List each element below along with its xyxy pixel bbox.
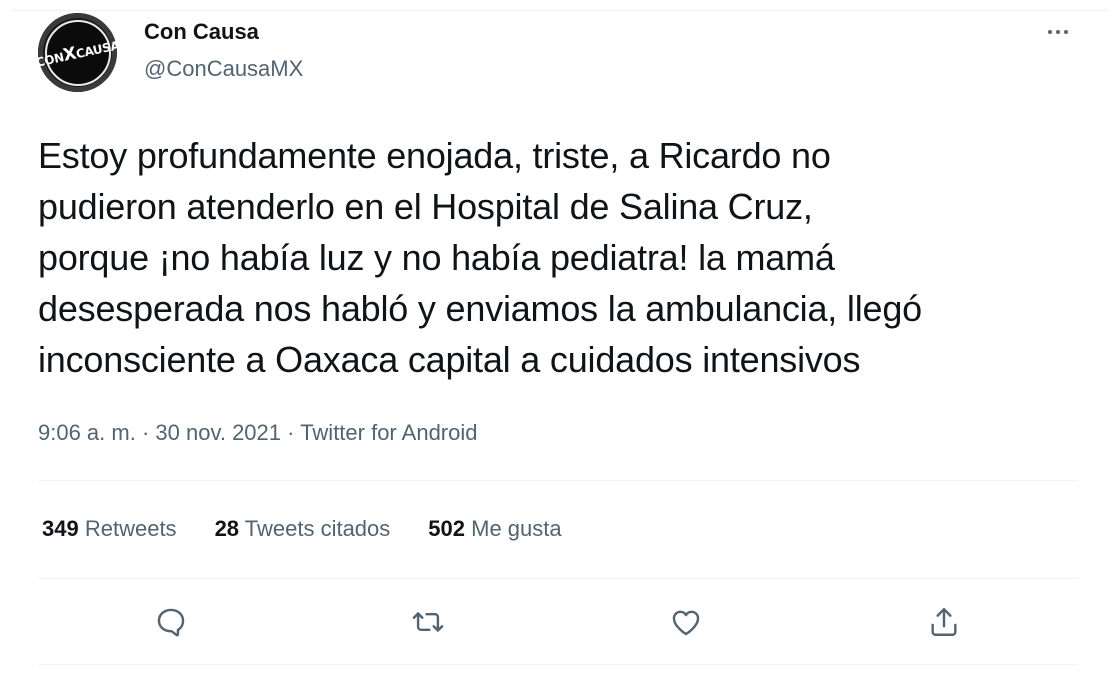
divider [38, 578, 1078, 579]
likes-count: 502 [428, 516, 465, 541]
retweets-label: Retweets [84, 516, 177, 541]
tweet-text: Estoy profundamente enojada, triste, a R… [38, 135, 922, 380]
retweets-stat[interactable]: 349 Retweets [42, 515, 177, 543]
retweets-count: 349 [42, 516, 79, 541]
divider [38, 480, 1078, 481]
tweet-date[interactable]: 30 nov. 2021 [155, 420, 281, 445]
heart-icon [672, 610, 700, 636]
tweet-meta: 9:06 a. m. · 30 nov. 2021 · Twitter for … [38, 419, 478, 447]
reply-icon [157, 608, 185, 637]
tweet-source[interactable]: Twitter for Android [300, 420, 477, 445]
share-icon [931, 608, 957, 636]
author-handle[interactable]: @ConCausaMX [144, 56, 303, 82]
reply-button[interactable] [149, 600, 193, 644]
action-bar [0, 600, 1120, 648]
like-button[interactable] [664, 600, 708, 644]
author-name[interactable]: Con Causa [144, 19, 259, 45]
tweet-stats: 349 Retweets 28 Tweets citados 502 Me gu… [42, 515, 600, 543]
retweet-button[interactable] [406, 600, 450, 644]
likes-stat[interactable]: 502 Me gusta [428, 515, 561, 543]
divider [38, 664, 1078, 665]
quotes-count: 28 [214, 516, 240, 541]
avatar-logo: CONXCAUSA [35, 19, 121, 86]
share-button[interactable] [922, 600, 966, 644]
retweet-icon [412, 612, 444, 632]
tweet-time[interactable]: 9:06 a. m. [38, 420, 136, 445]
more-dots-icon[interactable] [1043, 26, 1073, 38]
quotes-stat[interactable]: 28 Tweets citados [215, 515, 391, 543]
avatar[interactable]: CONXCAUSA [35, 13, 121, 92]
quotes-label: Tweets citados [244, 516, 391, 541]
likes-label: Me gusta [471, 516, 562, 541]
meta-separator: · [141, 420, 150, 445]
meta-separator: · [287, 420, 295, 445]
concausa-logo-icon: CONXCAUSA [34, 37, 121, 70]
